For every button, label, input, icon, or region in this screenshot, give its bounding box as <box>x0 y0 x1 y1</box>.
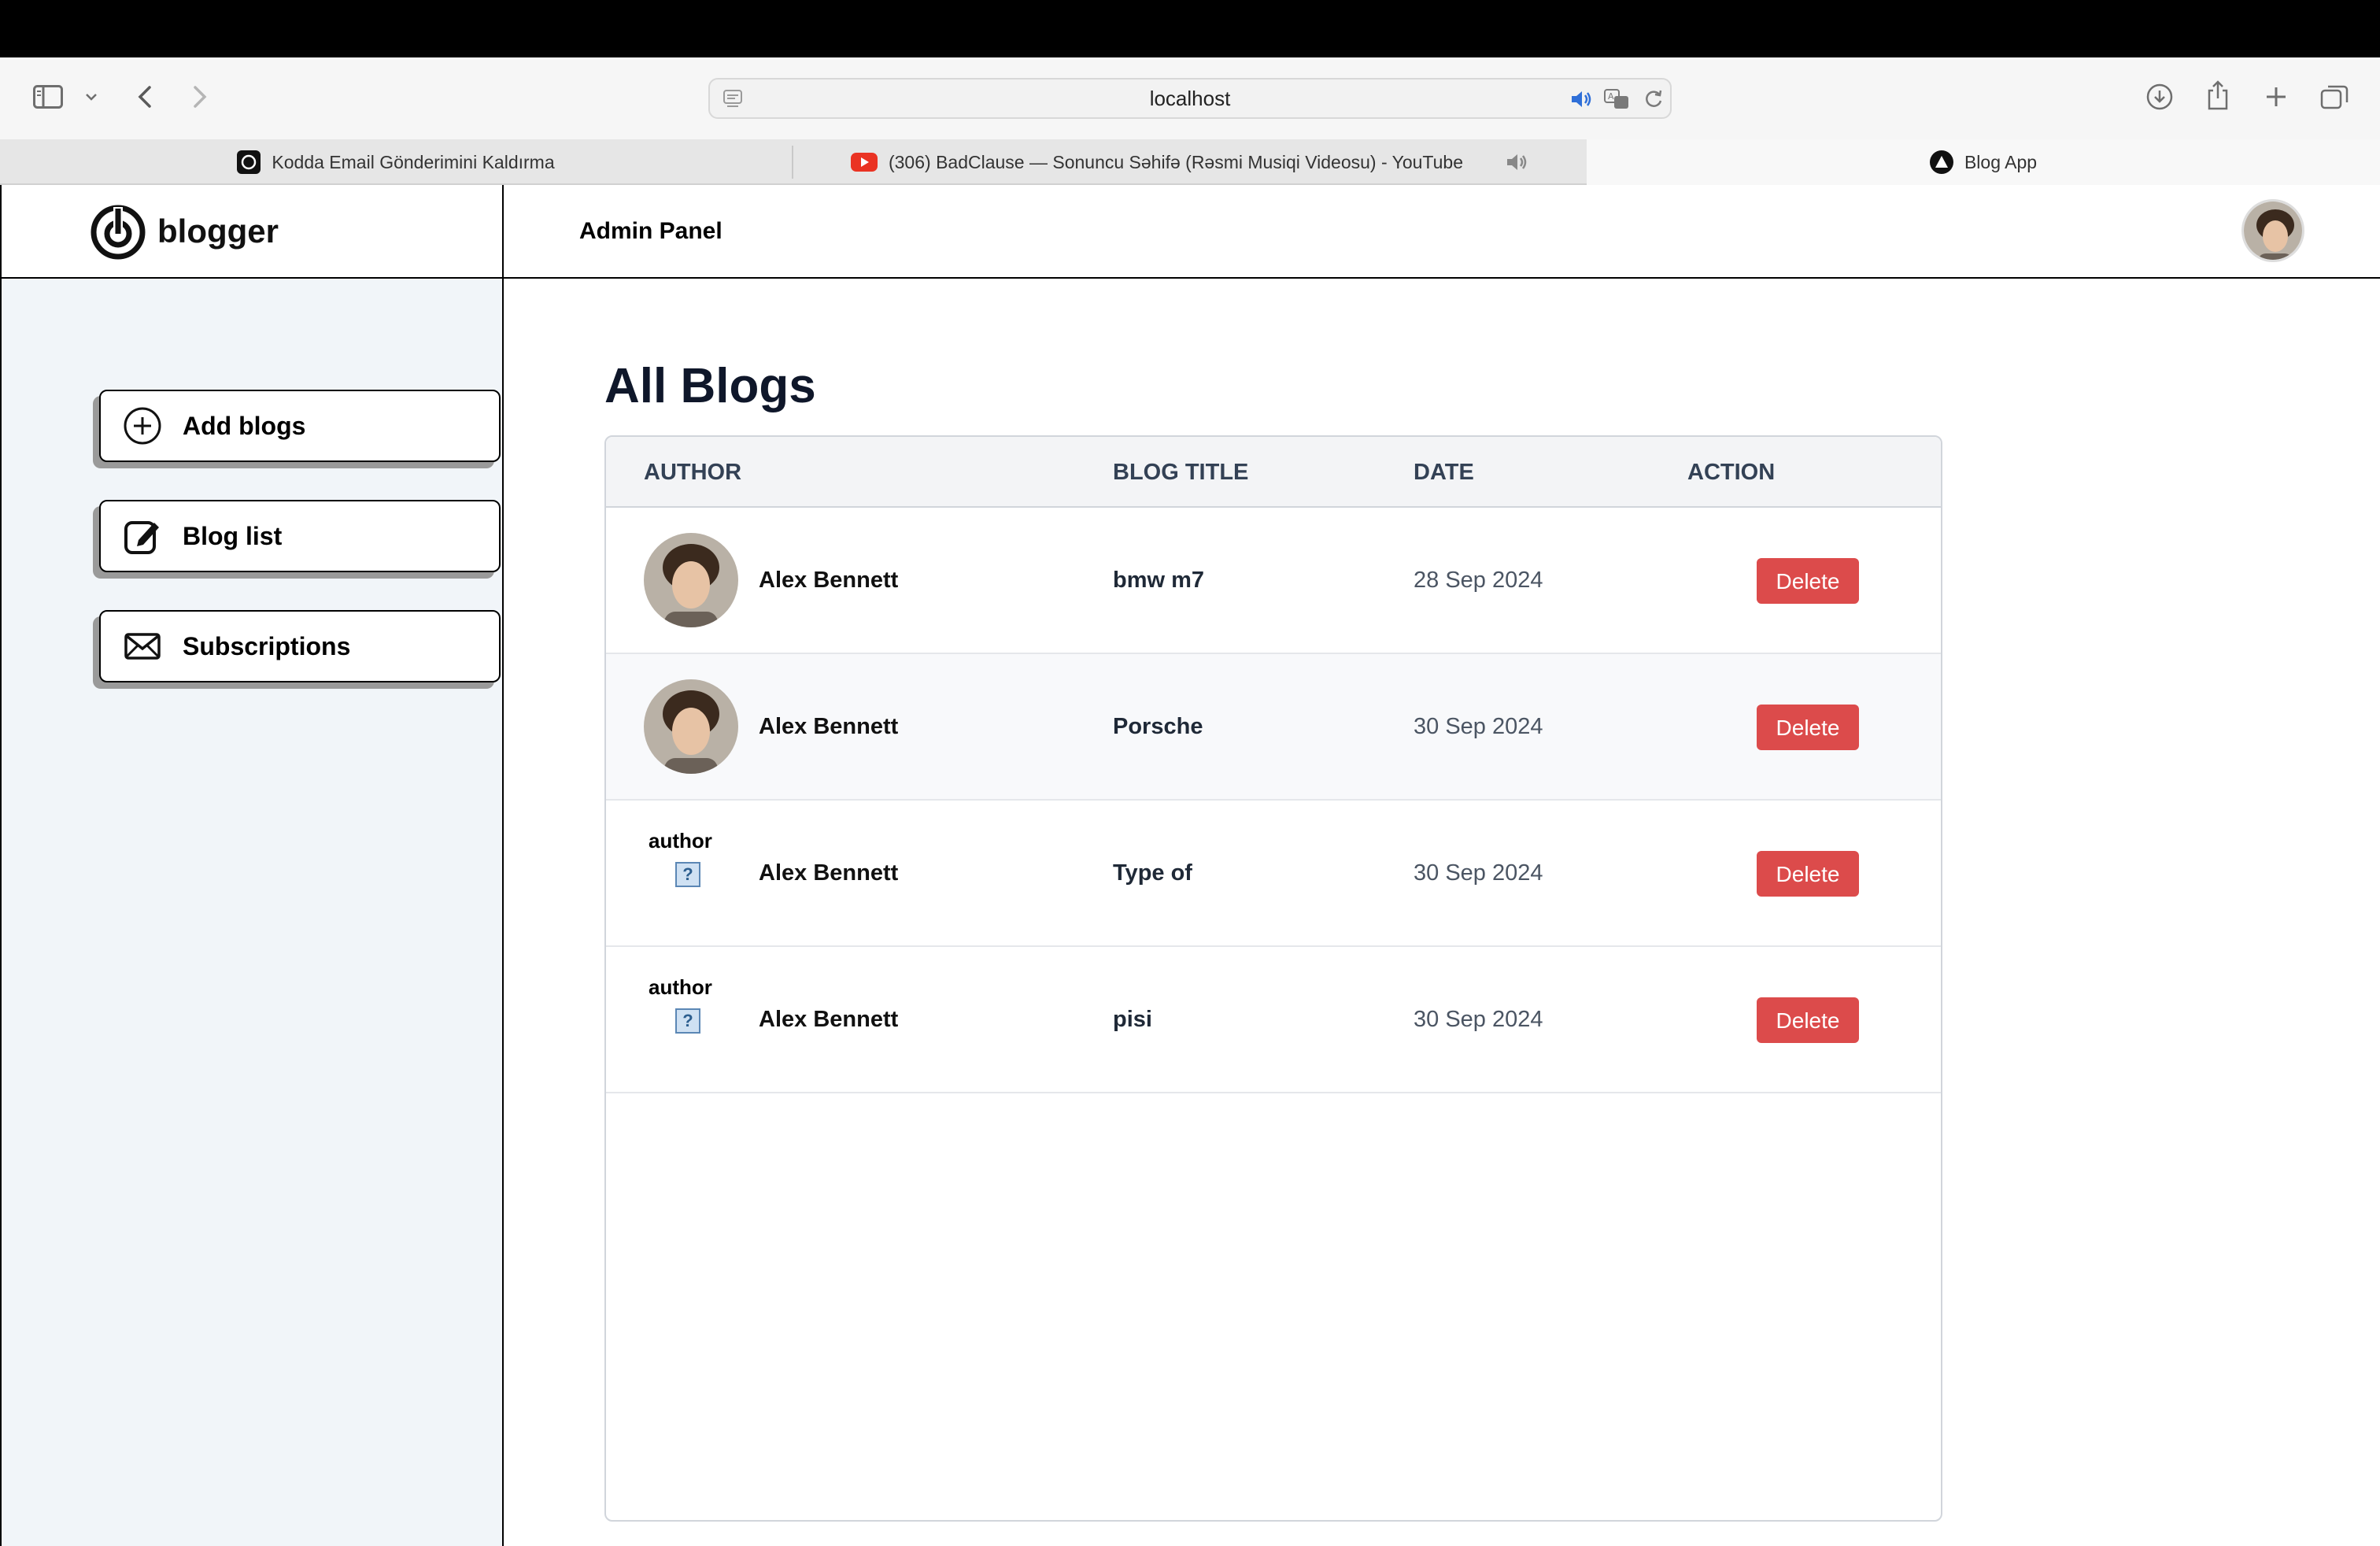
blog-date: 30 Sep 2024 <box>1414 860 1543 886</box>
table-row: author ? Alex Bennett Type of 30 Sep 202… <box>606 801 1941 947</box>
blogger-logo-icon[interactable] <box>90 204 146 261</box>
reload-icon[interactable] <box>1642 87 1665 111</box>
plus-circle-icon <box>124 407 161 445</box>
table-row: Alex Bennett Porsche 30 Sep 2024 Delete <box>606 654 1941 801</box>
tab-title: Blog App <box>1964 151 2038 172</box>
brand-name[interactable]: blogger <box>157 204 279 259</box>
blog-title: Porsche <box>1113 714 1203 739</box>
broken-image-icon: ? <box>675 1008 700 1034</box>
main-title: All Blogs <box>604 359 816 413</box>
tab-title: Kodda Email Gönderimini Kaldırma <box>272 151 555 172</box>
column-header-author: AUTHOR <box>644 460 742 485</box>
blog-title: pisi <box>1113 1007 1152 1032</box>
tab-strip: Kodda Email Gönderimini Kaldırma (306) B… <box>0 139 2380 185</box>
sidebar-item-blog-list[interactable]: Blog list <box>99 500 501 572</box>
translate-icon[interactable]: A <box>1602 87 1632 111</box>
share-icon[interactable] <box>2202 78 2234 113</box>
tab-kodda-email[interactable]: Kodda Email Gönderimini Kaldırma <box>0 139 792 185</box>
page-title: Admin Panel <box>579 218 722 244</box>
tab-blog-app[interactable]: Blog App <box>1587 139 2380 185</box>
system-top-bar <box>0 0 2380 57</box>
author-name: Alex Bennett <box>759 860 899 886</box>
image-alt-text: author <box>649 975 712 999</box>
blogs-table: AUTHOR BLOG TITLE DATE ACTION Alex Benne… <box>604 435 1942 1522</box>
sidebar: Add blogs Blog list Subscriptions <box>0 279 504 1546</box>
column-header-blog-title: BLOG TITLE <box>1113 460 1249 485</box>
blog-app-icon <box>1929 150 1953 174</box>
author-name: Alex Bennett <box>759 568 899 593</box>
broken-image-icon: ? <box>675 862 700 887</box>
svg-text:A: A <box>1608 91 1614 102</box>
delete-button[interactable]: Delete <box>1757 851 1859 897</box>
blog-title: Type of <box>1113 860 1192 886</box>
new-tab-icon[interactable] <box>2260 81 2292 113</box>
blog-date: 30 Sep 2024 <box>1414 1007 1543 1032</box>
url-text: localhost <box>1149 87 1231 110</box>
app-root: blogger Admin Panel Add blogs Blog list … <box>0 185 2380 1546</box>
tab-overview-icon[interactable] <box>2319 81 2350 113</box>
delete-button[interactable]: Delete <box>1757 558 1859 604</box>
brand-box: blogger <box>0 185 504 279</box>
author-name: Alex Bennett <box>759 714 899 739</box>
download-icon[interactable] <box>2144 81 2175 113</box>
broken-image: author ? <box>644 826 738 920</box>
delete-button[interactable]: Delete <box>1757 705 1859 750</box>
image-alt-text: author <box>649 829 712 853</box>
browser-toolbar: localhost A <box>0 57 2380 139</box>
speaker-icon[interactable] <box>1569 89 1593 109</box>
column-header-date: DATE <box>1414 460 1474 485</box>
author-avatar <box>644 679 738 774</box>
delete-button[interactable]: Delete <box>1757 997 1859 1043</box>
tab-audio-icon[interactable] <box>1506 153 1529 172</box>
edit-icon <box>124 521 159 554</box>
avatar[interactable] <box>2241 199 2304 262</box>
mail-icon <box>124 633 161 660</box>
sidebar-item-subscriptions[interactable]: Subscriptions <box>99 610 501 682</box>
address-bar[interactable]: localhost A <box>708 78 1672 119</box>
column-header-action: ACTION <box>1687 460 1776 485</box>
youtube-icon <box>850 153 878 172</box>
sidebar-toggle-icon[interactable] <box>30 81 66 113</box>
openai-icon <box>237 150 261 174</box>
sidebar-item-label: Add blogs <box>183 411 306 440</box>
tab-title: (306) BadClause — Sonuncu Səhifə (Rəsmi … <box>888 151 1463 172</box>
author-name: Alex Bennett <box>759 1007 899 1032</box>
sidebar-item-add-blogs[interactable]: Add blogs <box>99 390 501 462</box>
table-row: author ? Alex Bennett pisi 30 Sep 2024 D… <box>606 947 1941 1093</box>
chevron-down-icon[interactable] <box>82 87 101 106</box>
tab-youtube[interactable]: (306) BadClause — Sonuncu Səhifə (Rəsmi … <box>793 139 1587 185</box>
blog-date: 28 Sep 2024 <box>1414 568 1543 593</box>
blog-date: 30 Sep 2024 <box>1414 714 1543 739</box>
forward-icon[interactable] <box>187 81 213 113</box>
table-row: Alex Bennett bmw m7 28 Sep 2024 Delete <box>606 508 1941 654</box>
header: Admin Panel <box>504 185 2380 279</box>
author-avatar <box>644 533 738 627</box>
back-icon[interactable] <box>132 81 157 113</box>
sidebar-item-label: Subscriptions <box>183 631 351 660</box>
blog-title: bmw m7 <box>1113 568 1205 593</box>
sidebar-item-label: Blog list <box>183 521 283 550</box>
broken-image: author ? <box>644 972 738 1067</box>
table-header: AUTHOR BLOG TITLE DATE ACTION <box>606 437 1941 508</box>
